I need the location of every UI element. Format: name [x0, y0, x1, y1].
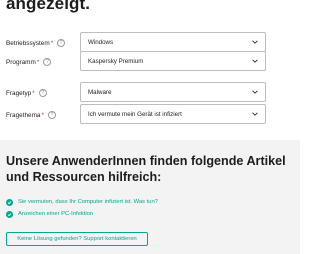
chevron-down-icon	[252, 59, 258, 63]
resource-link-signs[interactable]: Anzeichen einer PC-Infektion	[6, 209, 93, 219]
form-row-program: Programm * ? Kaspersky Premium	[0, 51, 300, 73]
required-marker: *	[50, 39, 54, 47]
question-topic-label: Fragethema * ?	[6, 104, 56, 126]
program-label: Programm * ?	[6, 51, 52, 73]
support-form-section: angezeigt. Betriebssystem * ? Windows Pro…	[0, 0, 300, 154]
chevron-down-icon	[252, 112, 258, 116]
question-type-select[interactable]: Malware	[80, 82, 266, 102]
question-type-select-value: Malware	[88, 88, 112, 96]
help-icon[interactable]: ?	[47, 111, 56, 119]
form-row-question-type: Fragetyp * ? Malware	[0, 82, 300, 104]
check-circle-icon	[6, 198, 13, 206]
resource-link-infected[interactable]: Sie vermuten, dass Ihr Computer infizier…	[6, 197, 158, 207]
os-select[interactable]: Windows	[80, 32, 266, 52]
question-topic-label-text: Fragethema	[6, 111, 41, 119]
required-marker: *	[41, 111, 44, 119]
question-topic-select[interactable]: Ich vermute mein Gerät ist infiziert	[80, 104, 266, 124]
program-select[interactable]: Kaspersky Premium	[80, 51, 266, 71]
program-select-value: Kaspersky Premium	[88, 57, 144, 65]
help-icon[interactable]: ?	[38, 89, 47, 97]
chevron-down-icon	[252, 90, 258, 94]
program-label-text: Programm	[6, 58, 36, 66]
question-topic-select-value: Ich vermute mein Gerät ist infiziert	[88, 110, 182, 118]
required-marker: *	[32, 89, 35, 97]
chevron-down-icon	[252, 40, 258, 44]
contact-support-button[interactable]: Keine Lösung gefunden? Support kontaktie…	[6, 232, 148, 246]
os-label-text: Betriebssystem	[6, 39, 50, 47]
form-row-question-topic: Fragethema * ? Ich vermute mein Gerät ist…	[0, 104, 300, 126]
helpful-resources-section: Unsere AnwenderInnen finden folgende Art…	[0, 140, 300, 254]
os-select-value: Windows	[88, 38, 114, 46]
check-circle-icon	[6, 210, 13, 218]
resource-link-text: Sie vermuten, dass Ihr Computer infizier…	[18, 199, 158, 205]
required-marker: *	[36, 58, 40, 66]
resource-link-text: Anzeichen einer PC-Infektion	[18, 211, 94, 217]
page-heading: angezeigt.	[6, 0, 91, 13]
help-icon[interactable]: ?	[43, 58, 52, 66]
resources-title: Unsere AnwenderInnen finden folgende Art…	[6, 154, 286, 184]
help-icon[interactable]: ?	[57, 39, 66, 47]
question-type-label: Fragetyp * ?	[6, 82, 47, 104]
question-type-label-text: Fragetyp	[6, 89, 32, 97]
